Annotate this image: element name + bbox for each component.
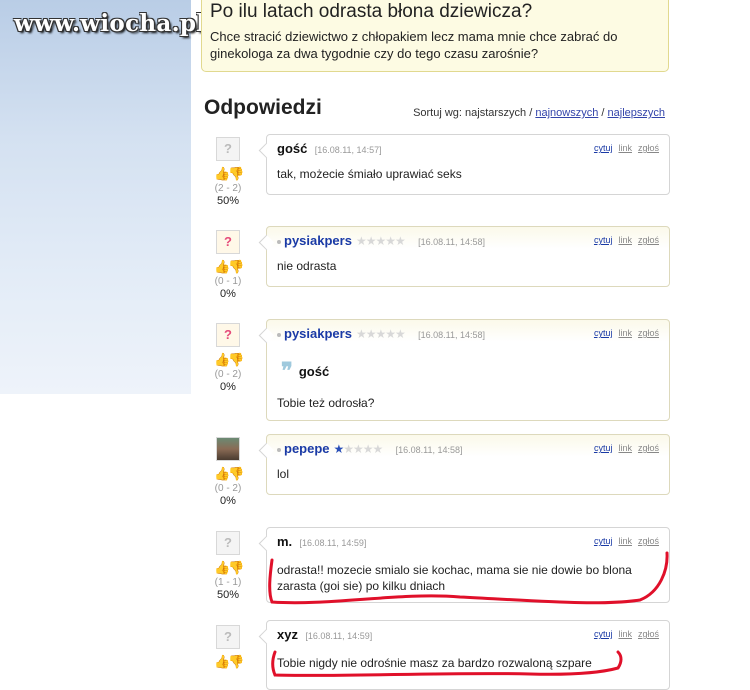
question-box: Po ilu latach odrasta błona dziewicza? C… (201, 0, 669, 72)
thumb-up-icon[interactable]: 👍 (214, 259, 230, 275)
vote-column: ? 👍👎 (2 - 2) 50% (204, 137, 252, 207)
status-dot-icon (277, 332, 281, 337)
quote-link[interactable]: cytuj (594, 443, 613, 453)
vote-column: ? 👍👎 (1 - 1) 50% (204, 531, 252, 601)
answer-text: odrasta!! mozecie smialo sie kochac, mam… (277, 563, 632, 593)
rating-stars-icon: ★★★★★ (333, 442, 384, 456)
answer-date: [16.08.11, 14:58] (418, 330, 485, 340)
vote-count: (1 - 1) (214, 577, 242, 588)
avatar-user-icon: ? (216, 323, 240, 347)
thumb-up-icon[interactable]: 👍 (214, 654, 230, 670)
quote-block: ❞ gość (281, 358, 329, 384)
report-link[interactable]: zgłoś (638, 143, 659, 153)
left-gradient-panel: www.wiocha.pl (0, 0, 205, 394)
thumb-down-icon[interactable]: 👎 (228, 166, 244, 182)
answer-author[interactable]: pysiakpers (284, 326, 352, 341)
vote-count: (0 - 2) (214, 483, 242, 494)
permalink-link[interactable]: link (618, 443, 632, 453)
permalink-link[interactable]: link (618, 143, 632, 153)
thumb-up-icon[interactable]: 👍 (214, 466, 230, 482)
answer-card: gość [16.08.11, 14:57] cytuj link zgłoś ta… (266, 134, 670, 195)
vote-column: ? 👍👎 (0 - 2) 0% (204, 323, 252, 393)
thumb-down-icon[interactable]: 👎 (228, 654, 244, 670)
vote-percent: 50% (216, 589, 240, 601)
question-title: Po ilu latach odrasta błona dziewicza? (210, 1, 533, 22)
answer-author: xyz (277, 627, 298, 642)
quote-link[interactable]: cytuj (594, 143, 613, 153)
answer-card: pepepe ★★★★★ [16.08.11, 14:58] cytuj link z… (266, 434, 670, 495)
answer-date: [16.08.11, 14:58] (418, 237, 485, 247)
vote-count: (0 - 2) (214, 369, 242, 380)
thumb-down-icon[interactable]: 👎 (228, 560, 244, 576)
vote-percent: 0% (220, 495, 236, 507)
answers-heading: Odpowiedzi (204, 96, 322, 119)
sort-separator: / (601, 107, 605, 119)
avatar-user-icon: ? (216, 230, 240, 254)
answer-author[interactable]: pysiakpers (284, 233, 352, 248)
answer-date: [16.08.11, 14:59] (305, 631, 373, 641)
vote-count: (0 - 1) (214, 276, 242, 287)
answer-date: [16.08.11, 14:59] (299, 538, 367, 548)
sort-newest-link[interactable]: najnowszych (535, 107, 598, 119)
report-link[interactable]: zgłoś (638, 629, 659, 639)
quote-mark-icon: ❞ (281, 358, 293, 384)
answer-date: [16.08.11, 14:57] (314, 145, 382, 155)
permalink-link[interactable]: link (618, 629, 632, 639)
thumb-down-icon[interactable]: 👎 (228, 466, 244, 482)
avatar-anon-icon: ? (216, 137, 240, 161)
rating-stars-icon: ★★★★★ (355, 327, 406, 341)
avatar-anon-icon: ? (216, 625, 240, 649)
question-description: Chce stracić dziewictwo z chłopakiem lec… (210, 29, 618, 61)
watermark-logo: www.wiocha.pl (14, 10, 206, 37)
rating-stars-icon: ★★★★★ (355, 234, 406, 248)
avatar-photo (216, 437, 240, 461)
report-link[interactable]: zgłoś (638, 328, 659, 338)
avatar-anon-icon: ? (216, 531, 240, 555)
report-link[interactable]: zgłoś (638, 536, 659, 546)
report-link[interactable]: zgłoś (638, 235, 659, 245)
answer-author[interactable]: pepepe (284, 441, 330, 456)
sort-options: Sortuj wg: najstarszych / najnowszych / … (413, 107, 665, 119)
answer-author: gość (277, 141, 308, 156)
answer-text: nie odrasta (277, 259, 337, 273)
answer-card: xyz [16.08.11, 14:59] cytuj link zgłoś Tob… (266, 620, 670, 690)
vote-column: ? 👍👎 (204, 625, 252, 670)
report-link[interactable]: zgłoś (638, 443, 659, 453)
vote-count: (2 - 2) (214, 183, 242, 194)
sort-best-link[interactable]: najlepszych (608, 107, 665, 119)
quote-link[interactable]: cytuj (594, 235, 613, 245)
answer-date: [16.08.11, 14:58] (395, 445, 463, 455)
vote-percent: 50% (216, 195, 240, 207)
status-dot-icon (277, 239, 281, 244)
answer-author: m. (277, 534, 293, 549)
answer-text: lol (277, 467, 290, 481)
quote-link[interactable]: cytuj (594, 536, 613, 546)
answer-card: pysiakpers ★★★★★ [16.08.11, 14:58] cytuj l… (266, 226, 670, 287)
permalink-link[interactable]: link (618, 328, 632, 338)
permalink-link[interactable]: link (618, 536, 632, 546)
answer-text: Tobie też odrosła? (277, 396, 375, 410)
thumb-up-icon[interactable]: 👍 (214, 560, 230, 576)
answer-text: tak, możecie śmiało uprawiać seks (277, 167, 462, 181)
quote-link[interactable]: cytuj (594, 629, 613, 639)
answer-card: m. [16.08.11, 14:59] cytuj link zgłoś odra… (266, 527, 670, 603)
answer-text: Tobie nigdy nie odrośnie masz za bardzo … (277, 656, 592, 670)
thumb-up-icon[interactable]: 👍 (214, 352, 230, 368)
sort-label: Sortuj wg: najstarszych / (413, 107, 533, 119)
permalink-link[interactable]: link (618, 235, 632, 245)
quote-link[interactable]: cytuj (594, 328, 613, 338)
thumb-down-icon[interactable]: 👎 (228, 352, 244, 368)
vote-percent: 0% (220, 381, 236, 393)
quoted-author: gość (298, 363, 330, 379)
thumb-down-icon[interactable]: 👎 (228, 259, 244, 275)
vote-percent: 0% (220, 288, 236, 300)
thumb-up-icon[interactable]: 👍 (214, 166, 230, 182)
status-dot-icon (277, 447, 281, 452)
answer-card: pysiakpers ★★★★★ [16.08.11, 14:58] cytuj l… (266, 319, 670, 421)
vote-column: ? 👍👎 (0 - 1) 0% (204, 230, 252, 300)
vote-column: 👍👎 (0 - 2) 0% (204, 437, 252, 507)
